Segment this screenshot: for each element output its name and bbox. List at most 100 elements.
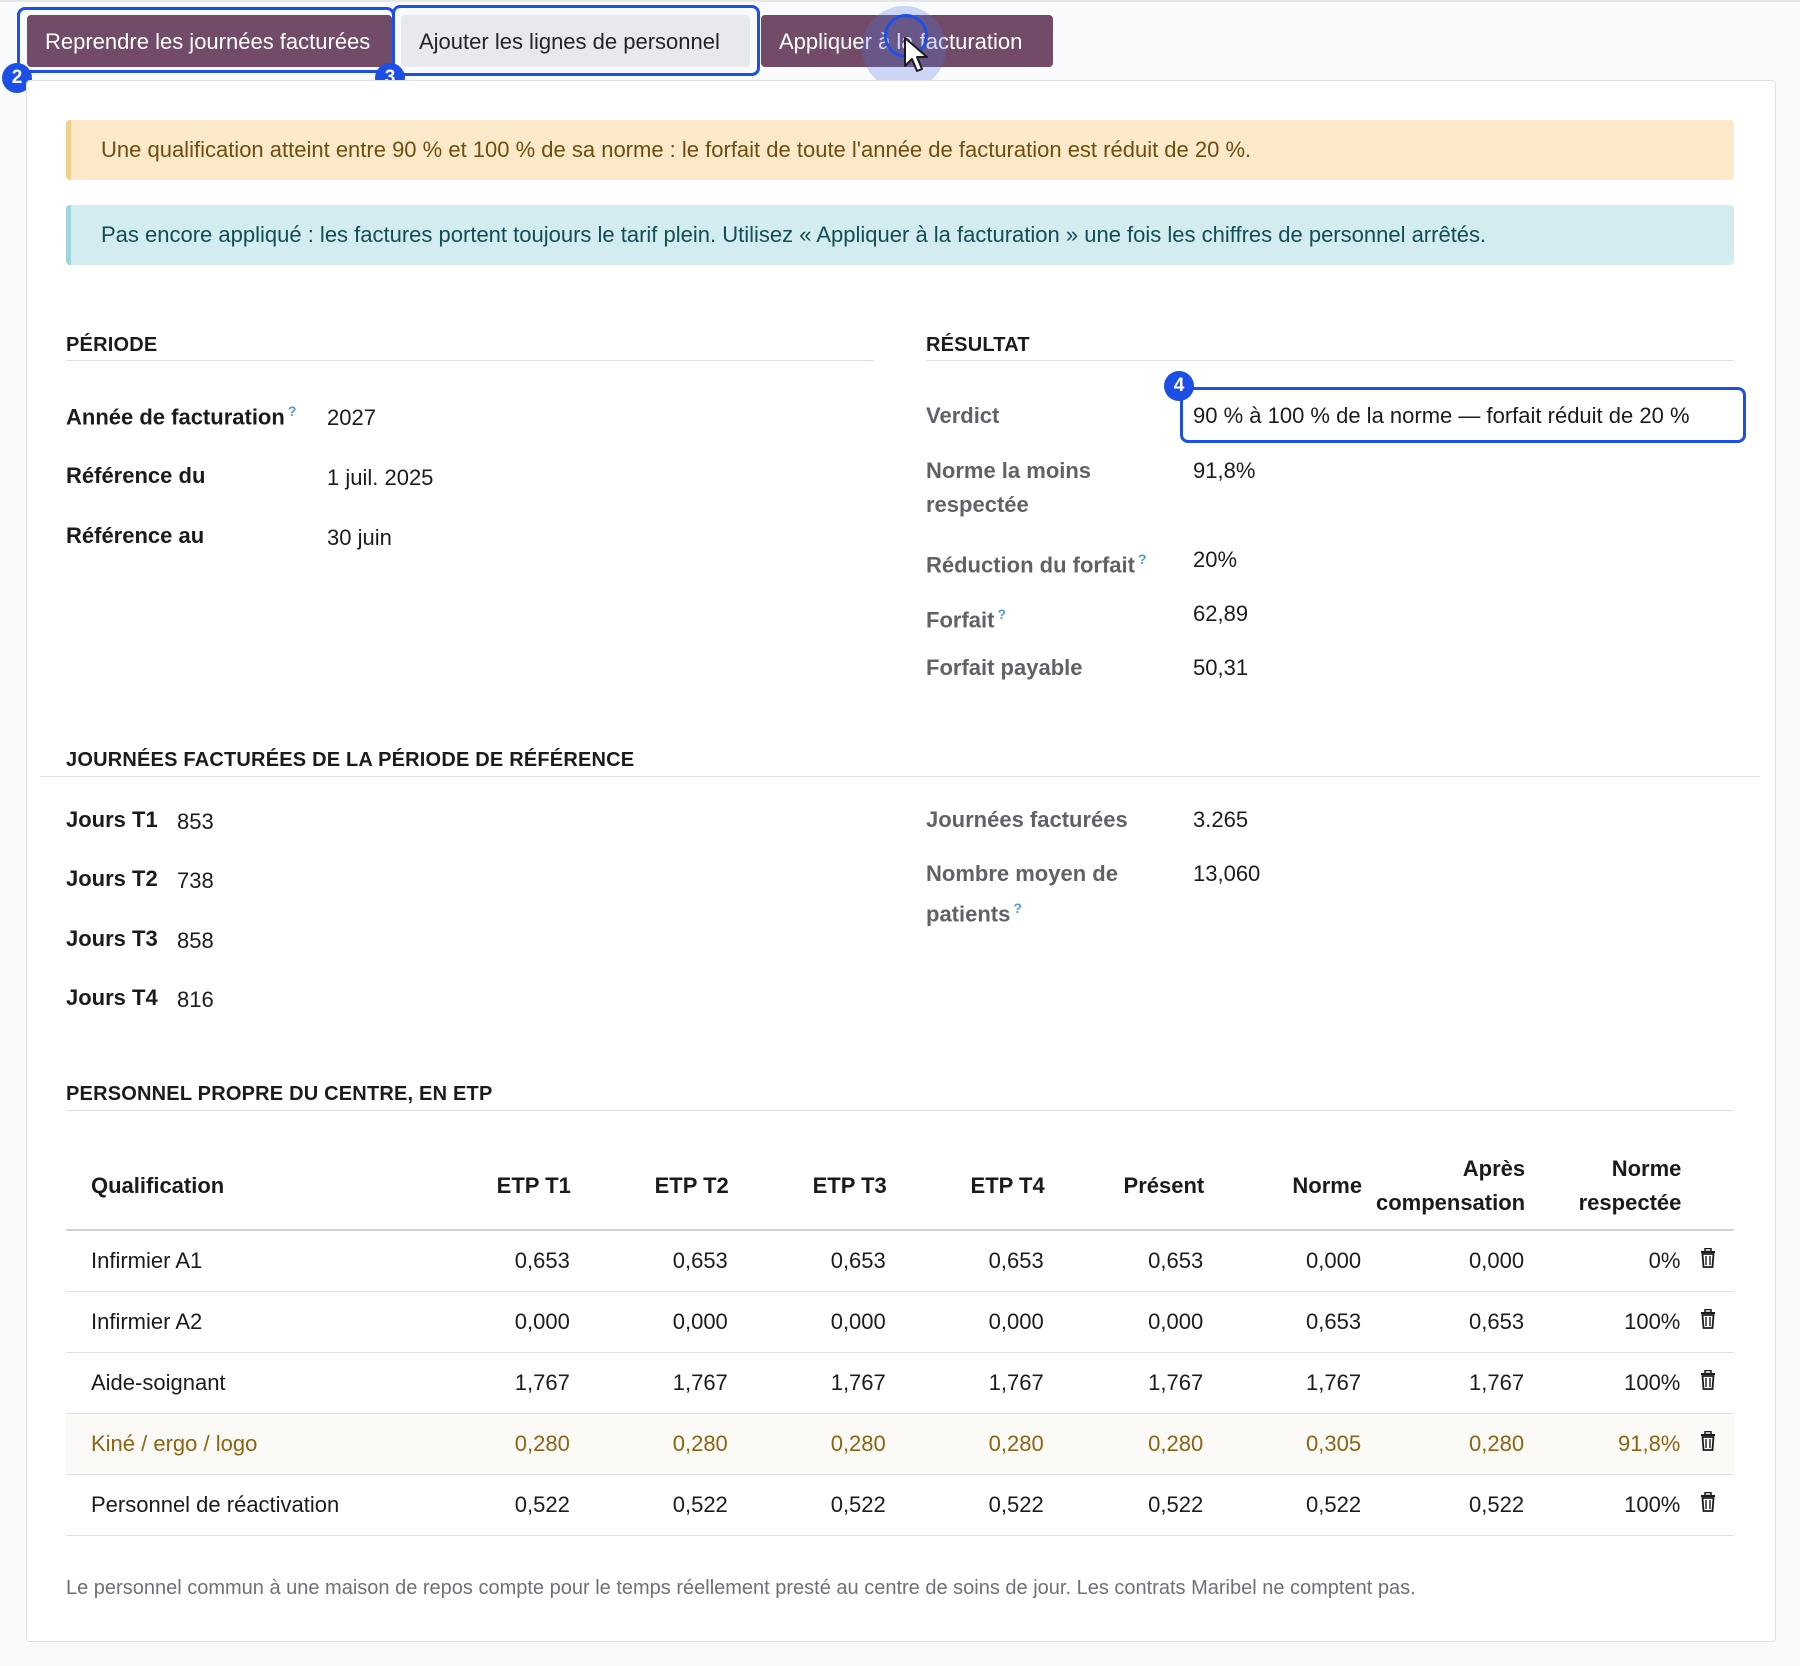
reference-du-value[interactable]: 1 juil. 2025 [327,465,433,491]
column-header-apres-compensation[interactable]: Après compensation [1362,1142,1526,1231]
ajouter-personnel-button[interactable]: Ajouter les lignes de personnel [401,15,750,67]
delete-row-button[interactable] [1681,1291,1734,1353]
cell-present[interactable]: 0,280 [1044,1413,1205,1475]
help-superscript-icon[interactable]: ? [1138,551,1147,567]
delete-row-button[interactable] [1681,1413,1734,1475]
table-row[interactable]: Kiné / ergo / logo 0,280 0,280 0,280 0,280 0,… [66,1413,1734,1475]
cell-norme-respectee[interactable]: 0% [1525,1230,1682,1292]
cell-etp-t4[interactable]: 0,280 [886,1413,1045,1475]
trash-icon[interactable] [1700,1491,1716,1518]
not-applied-info-alert: Pas encore appliqué : les factures porte… [66,205,1734,265]
cell-norme-respectee[interactable]: 100% [1525,1352,1682,1414]
cell-etp-t1[interactable]: 1,767 [412,1352,571,1414]
cell-apres-compensation[interactable]: 0,000 [1362,1230,1526,1292]
journees-facturees-value: 3.265 [1193,807,1249,832]
column-header-etp-t1[interactable]: ETP T1 [412,1142,571,1231]
delete-row-button[interactable] [1681,1474,1734,1536]
column-header-etp-t3[interactable]: ETP T3 [728,1142,887,1231]
column-header-etp-t4[interactable]: ETP T4 [886,1142,1045,1231]
cell-etp-t3[interactable]: 0,522 [728,1474,887,1536]
table-row[interactable]: Infirmier A1 0,653 0,653 0,653 0,653 0,653 0,0… [66,1230,1734,1292]
cell-present[interactable]: 0,522 [1044,1474,1205,1536]
help-superscript-icon[interactable]: ? [288,403,297,419]
jours-t4-label: Jours T4 [66,985,158,1010]
cell-norme-respectee[interactable]: 91,8% [1525,1413,1682,1475]
cell-etp-t4[interactable]: 0,653 [886,1230,1045,1292]
cell-qualification[interactable]: Infirmier A2 [66,1291,413,1353]
cell-apres-compensation[interactable]: 0,280 [1362,1413,1526,1475]
column-header-norme[interactable]: Norme [1204,1142,1363,1231]
column-header-present[interactable]: Présent [1044,1142,1205,1231]
table-row[interactable]: Infirmier A2 0,000 0,000 0,000 0,000 0,000 0,6… [66,1291,1734,1353]
journees-facturees-label: Journées facturées [926,807,1128,832]
step-marker-4: 4 [1164,371,1194,401]
cell-etp-t1[interactable]: 0,000 [412,1291,571,1353]
cell-qualification[interactable]: Infirmier A1 [66,1230,413,1292]
table-row[interactable]: Aide-soignant 1,767 1,767 1,767 1,767 1,767 1,… [66,1352,1734,1414]
reprendre-journees-button[interactable]: Reprendre les journées facturées [27,15,392,67]
reference-au-value[interactable]: 30 juin [327,525,392,551]
cell-qualification[interactable]: Kiné / ergo / logo [66,1413,413,1475]
cell-present[interactable]: 1,767 [1044,1352,1205,1414]
jours-t1-value[interactable]: 853 [177,809,214,835]
trash-icon[interactable] [1700,1430,1716,1457]
cell-present[interactable]: 0,653 [1044,1230,1205,1292]
cell-etp-t4[interactable]: 1,767 [886,1352,1045,1414]
cell-apres-compensation[interactable]: 1,767 [1362,1352,1526,1414]
cell-norme[interactable]: 0,305 [1204,1413,1363,1475]
cell-etp-t2[interactable]: 0,522 [570,1474,729,1536]
table-header-row: Qualification ETP T1 ETP T2 ETP T3 ETP T… [66,1142,1734,1231]
nombre-moyen-patients-label: Nombre moyen de patients? [926,861,1118,927]
cell-norme[interactable]: 1,767 [1204,1352,1363,1414]
cell-norme-respectee[interactable]: 100% [1525,1291,1682,1353]
cell-apres-compensation[interactable]: 0,653 [1362,1291,1526,1353]
trash-icon[interactable] [1700,1369,1716,1396]
cell-qualification[interactable]: Aide-soignant [66,1352,413,1414]
cell-etp-t3[interactable]: 0,653 [728,1230,887,1292]
cell-present[interactable]: 0,000 [1044,1291,1205,1353]
cell-etp-t1[interactable]: 0,653 [412,1230,571,1292]
cell-etp-t2[interactable]: 0,653 [570,1230,729,1292]
cell-norme-respectee[interactable]: 100% [1525,1474,1682,1536]
column-header-actions [1681,1142,1734,1231]
personnel-table: Qualification ETP T1 ETP T2 ETP T3 ETP T… [66,1142,1734,1536]
cell-etp-t2[interactable]: 0,000 [570,1291,729,1353]
cell-etp-t4[interactable]: 0,522 [886,1474,1045,1536]
cell-qualification[interactable]: Personnel de réactivation [66,1474,413,1536]
table-row[interactable]: Personnel de réactivation 0,522 0,522 0,522… [66,1474,1734,1536]
delete-row-button[interactable] [1681,1230,1734,1292]
reduction-forfait-label: Réduction du forfait? [926,551,1147,578]
jours-t2-value[interactable]: 738 [177,868,214,894]
periode-divider [66,360,874,361]
help-superscript-icon[interactable]: ? [1013,900,1022,916]
cell-norme[interactable]: 0,000 [1204,1230,1363,1292]
cell-etp-t3[interactable]: 0,280 [728,1413,887,1475]
cell-etp-t3[interactable]: 0,000 [728,1291,887,1353]
column-header-qualification[interactable]: Qualification [66,1142,413,1231]
annee-facturation-value[interactable]: 2027 [327,405,376,431]
cell-etp-t2[interactable]: 1,767 [570,1352,729,1414]
cell-norme[interactable]: 0,522 [1204,1474,1363,1536]
action-toolbar: Reprendre les journées facturées Ajouter… [0,0,1800,93]
help-superscript-icon[interactable]: ? [997,606,1006,622]
cell-etp-t4[interactable]: 0,000 [886,1291,1045,1353]
cell-etp-t2[interactable]: 0,280 [570,1413,729,1475]
forfait-value: 62,89 [1193,601,1249,626]
column-header-norme-respectee[interactable]: Norme respectée [1525,1142,1682,1231]
forfait-label: Forfait? [926,606,1007,633]
column-header-etp-t2[interactable]: ETP T2 [570,1142,729,1231]
verdict-value: 90 % à 100 % de la norme — forfait rédui… [1193,403,1690,428]
jours-t4-value[interactable]: 816 [177,987,214,1013]
delete-row-button[interactable] [1681,1352,1734,1414]
personnel-section-title: PERSONNEL PROPRE DU CENTRE, EN ETP [66,1083,493,1105]
cell-etp-t1[interactable]: 0,280 [412,1413,571,1475]
trash-icon[interactable] [1700,1308,1716,1335]
cell-apres-compensation[interactable]: 0,522 [1362,1474,1526,1536]
trash-icon[interactable] [1700,1247,1716,1274]
jours-t3-value[interactable]: 858 [177,928,214,954]
cell-etp-t3[interactable]: 1,767 [728,1352,887,1414]
resultat-section-title: RÉSULTAT [926,334,1030,356]
cell-norme[interactable]: 0,653 [1204,1291,1363,1353]
cell-etp-t1[interactable]: 0,522 [412,1474,571,1536]
jours-t3-label: Jours T3 [66,926,158,951]
